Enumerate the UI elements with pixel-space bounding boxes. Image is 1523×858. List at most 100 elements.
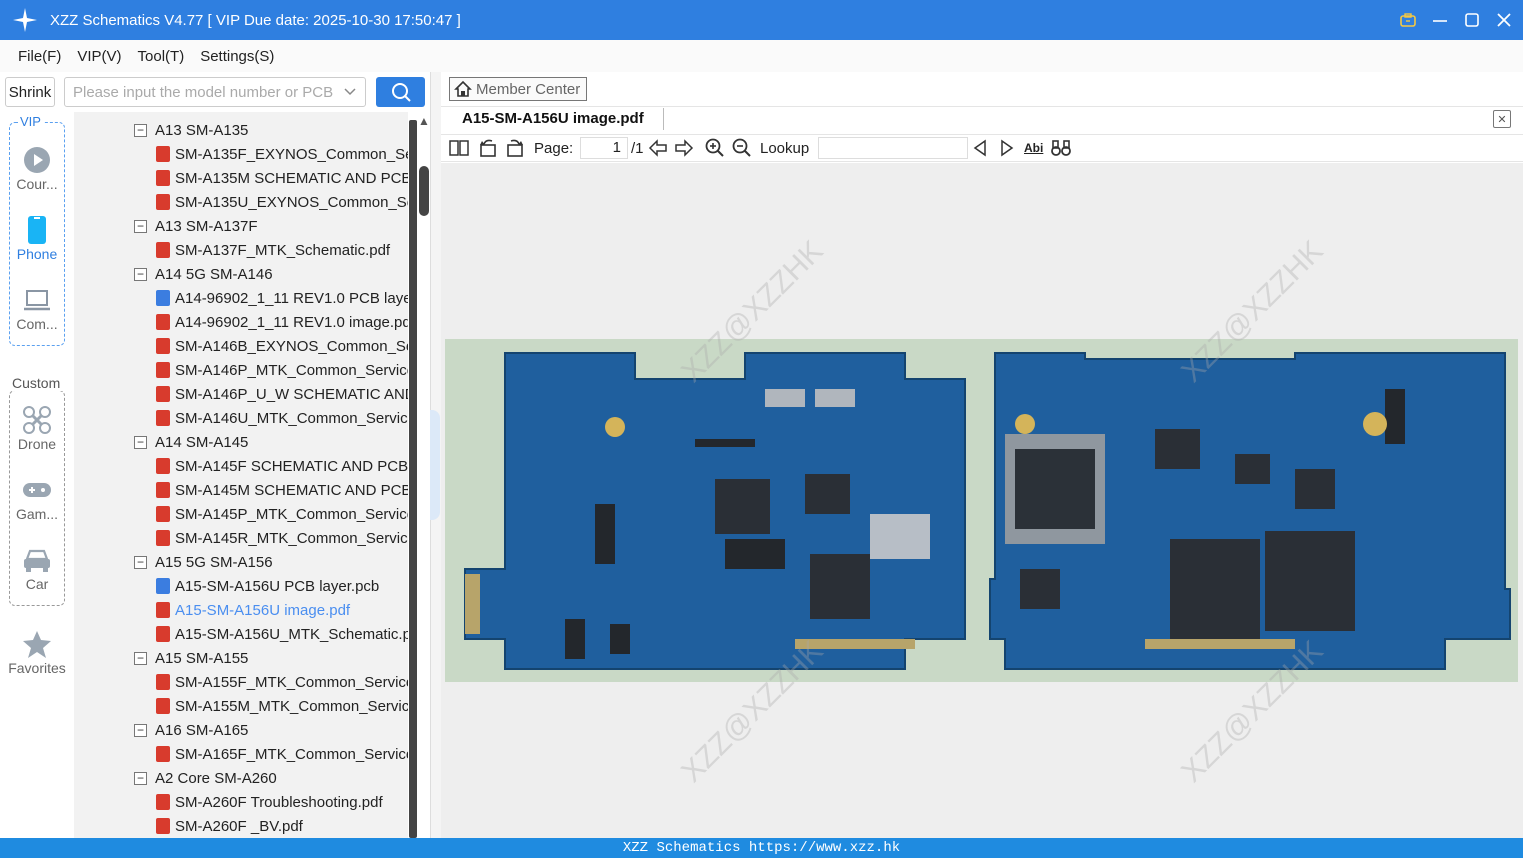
pdf-file-icon <box>156 530 170 546</box>
tree-group[interactable]: − A16 SM-A165 <box>134 718 248 742</box>
sidebar-item-car[interactable]: Car <box>4 544 70 592</box>
tree-file[interactable]: SM-A145R_MTK_Common_Service_ <box>156 526 408 550</box>
tree-item-label: SM-A145M SCHEMATIC AND PCB. <box>175 481 408 499</box>
maximize-button[interactable] <box>1463 11 1481 29</box>
tree-file[interactable]: SM-A137F_MTK_Schematic.pdf <box>156 238 390 262</box>
collapse-icon[interactable]: − <box>134 651 147 665</box>
tree-file[interactable]: SM-A260F _BV.pdf <box>156 814 303 838</box>
menu-tool[interactable]: Tool(T) <box>138 48 185 65</box>
lookup-input[interactable] <box>818 137 968 159</box>
sidebar-item-drone[interactable]: Drone <box>4 404 70 452</box>
menu-bar: File(F) VIP(V) Tool(T) Settings(S) <box>0 40 1523 72</box>
tree-file[interactable]: SM-A145F SCHEMATIC AND PCB.p <box>156 454 408 478</box>
tree-item-label: SM-A145P_MTK_Common_Service_ <box>175 505 408 523</box>
tree-group[interactable]: − A15 SM-A155 <box>134 646 248 670</box>
member-center-button[interactable]: Member Center <box>449 77 587 101</box>
custom-group-label: Custom <box>10 375 63 391</box>
menu-file[interactable]: File(F) <box>18 48 61 65</box>
tree-item-label: SM-A146B_EXYNOS_Common_Serv <box>175 337 408 355</box>
tree-file[interactable]: SM-A145P_MTK_Common_Service_ <box>156 502 408 526</box>
pdf-file-icon <box>156 746 170 762</box>
tree-file[interactable]: A15-SM-A156U_MTK_Schematic.pd <box>156 622 408 646</box>
previous-page-icon[interactable] <box>648 138 668 158</box>
tree-file[interactable]: SM-A146B_EXYNOS_Common_Serv <box>156 334 408 358</box>
tree-group[interactable]: − A14 SM-A145 <box>134 430 248 454</box>
sidebar-item-phone[interactable]: Phone <box>4 214 70 262</box>
tree-file[interactable]: SM-A145M SCHEMATIC AND PCB. <box>156 478 408 502</box>
tree-item-label: A13 SM-A137F <box>155 217 258 235</box>
tree-group[interactable]: − A2 Core SM-A260 <box>134 766 277 790</box>
close-button[interactable] <box>1495 11 1513 29</box>
tree-scroll-thumb[interactable] <box>419 166 429 216</box>
collapse-icon[interactable]: − <box>134 123 147 137</box>
find-previous-icon[interactable] <box>972 138 988 158</box>
rotate-left-icon[interactable] <box>478 138 498 158</box>
next-page-icon[interactable] <box>674 138 694 158</box>
collapse-icon[interactable]: − <box>134 435 147 449</box>
tree-file[interactable]: A15-SM-A156U PCB layer.pcb <box>156 574 379 598</box>
tree-file[interactable]: SM-A146U_MTK_Common_Service_ <box>156 406 408 430</box>
briefcase-icon[interactable] <box>1399 11 1417 29</box>
tree-scroll-track[interactable] <box>409 120 417 838</box>
tree-file[interactable]: SM-A135M SCHEMATIC AND PCB. <box>156 166 408 190</box>
tree-item-label: SM-A135F_EXYNOS_Common_Serv <box>175 145 408 163</box>
car-icon <box>4 544 70 576</box>
zoom-in-icon[interactable] <box>705 138 725 158</box>
tree-file[interactable]: SM-A260F Troubleshooting.pdf <box>156 790 383 814</box>
tree-item-label: A14 SM-A145 <box>155 433 249 451</box>
sidebar-item-computer[interactable]: Com... <box>4 284 70 332</box>
tree-file[interactable]: A14-96902_1_11 REV1.0 PCB layer.p <box>156 286 408 310</box>
find-next-icon[interactable] <box>999 138 1015 158</box>
pdf-file-icon <box>156 626 170 642</box>
tree-item-label: SM-A260F _BV.pdf <box>175 817 303 835</box>
pdf-file-icon <box>156 458 170 474</box>
chevron-down-icon[interactable] <box>343 84 357 101</box>
collapse-icon[interactable]: − <box>134 555 147 569</box>
shrink-button[interactable]: Shrink <box>5 77 55 107</box>
tree-group[interactable]: − A13 SM-A135 <box>134 118 248 142</box>
sidebar-item-label: Car <box>25 576 49 592</box>
search-row: Shrink Please input the model number or … <box>0 72 432 112</box>
collapse-icon[interactable]: − <box>134 267 147 281</box>
collapse-handle[interactable] <box>430 410 440 520</box>
menu-settings[interactable]: Settings(S) <box>200 48 274 65</box>
tree-file[interactable]: SM-A155M_MTK_Common_Service <box>156 694 408 718</box>
tree-file[interactable]: SM-A146P_MTK_Common_Service_ <box>156 358 408 382</box>
pdf-file-icon <box>156 338 170 354</box>
match-case-icon[interactable]: Abi <box>1024 138 1043 158</box>
pdf-file-icon <box>156 674 170 690</box>
zoom-out-icon[interactable] <box>732 138 752 158</box>
collapse-icon[interactable]: − <box>134 771 147 785</box>
menu-vip[interactable]: VIP(V) <box>77 48 121 65</box>
tree-group[interactable]: − A13 SM-A137F <box>134 214 258 238</box>
tree-file[interactable]: A15-SM-A156U image.pdf <box>156 598 350 622</box>
pdf-file-icon <box>156 386 170 402</box>
sidebar-item-favorites[interactable]: Favorites <box>4 628 70 676</box>
close-tab-icon[interactable]: ✕ <box>1493 110 1511 128</box>
pdf-file-icon <box>156 506 170 522</box>
scroll-up-icon[interactable]: ▲ <box>418 114 430 128</box>
two-page-icon[interactable] <box>449 138 469 158</box>
tree-file[interactable]: SM-A155F_MTK_Common_Service_ <box>156 670 408 694</box>
page-number-input[interactable]: 1 <box>580 137 628 159</box>
sidebar-item-label: Com... <box>16 316 58 332</box>
sidebar-item-label: Phone <box>16 246 58 262</box>
sidebar-item-game[interactable]: Gam... <box>4 474 70 522</box>
search-input[interactable]: Please input the model number or PCB <box>64 77 366 107</box>
search-button[interactable] <box>376 77 425 107</box>
sidebar-item-course[interactable]: Cour... <box>4 144 70 192</box>
collapse-icon[interactable]: − <box>134 723 147 737</box>
tree-file[interactable]: SM-A146P_U_W SCHEMATIC AND <box>156 382 408 406</box>
tree-group[interactable]: − A15 5G SM-A156 <box>134 550 273 574</box>
collapse-icon[interactable]: − <box>134 219 147 233</box>
tree-file[interactable]: SM-A135F_EXYNOS_Common_Serv <box>156 142 408 166</box>
tree-file[interactable]: SM-A135U_EXYNOS_Common_Serv <box>156 190 408 214</box>
tree-file[interactable]: A14-96902_1_11 REV1.0 image.pdf <box>156 310 408 334</box>
tab-document[interactable]: A15-SM-A156U image.pdf <box>462 110 644 127</box>
tree-file[interactable]: SM-A165F_MTK_Common_Service_ <box>156 742 408 766</box>
minimize-button[interactable] <box>1431 11 1449 29</box>
rotate-right-icon[interactable] <box>505 138 525 158</box>
tree-group[interactable]: − A14 5G SM-A146 <box>134 262 273 286</box>
star-icon <box>4 628 70 660</box>
binoculars-icon[interactable] <box>1050 138 1072 158</box>
